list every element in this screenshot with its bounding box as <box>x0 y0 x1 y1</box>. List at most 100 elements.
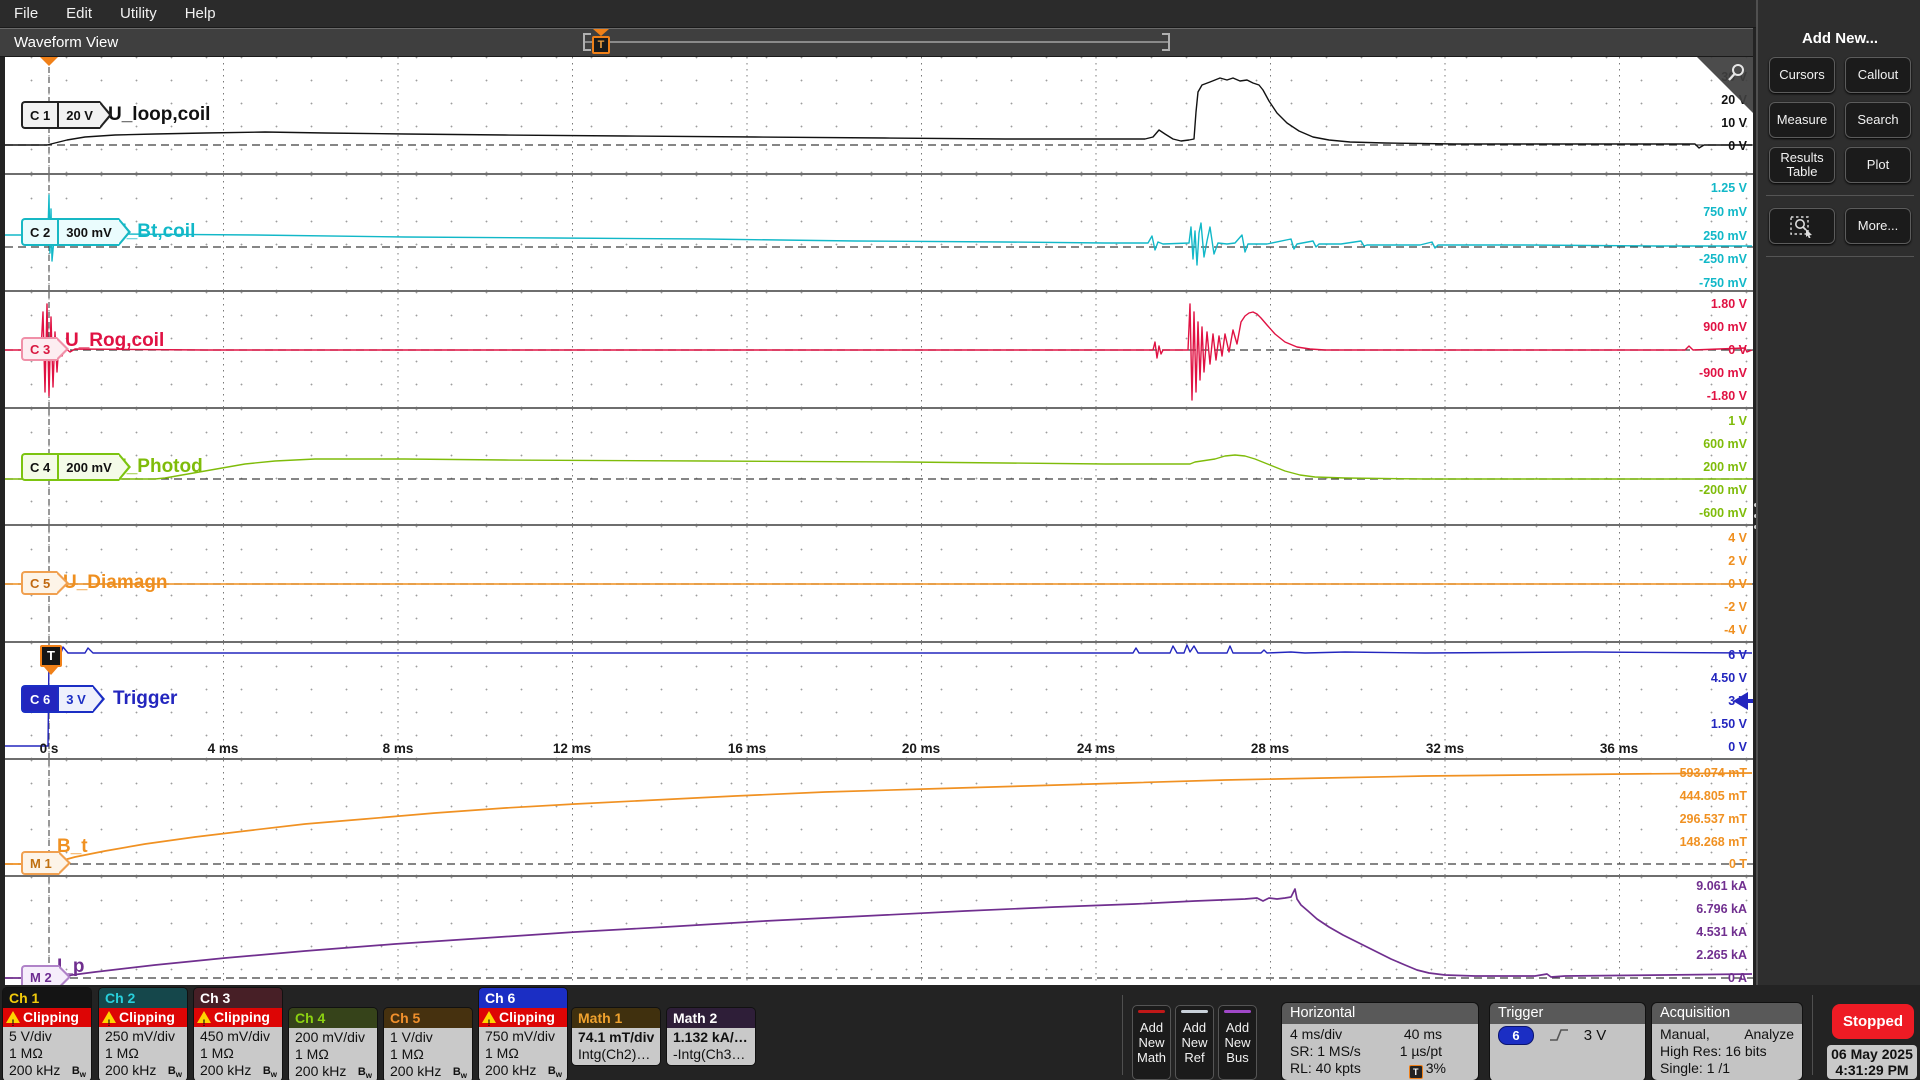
color-bar <box>1181 1010 1208 1013</box>
panel-button-search[interactable]: Search <box>1845 102 1911 138</box>
color-bar <box>1138 1010 1165 1013</box>
axis-label-m2: 4.531 kA <box>1696 925 1747 939</box>
channel-status-badge-ch5[interactable]: Ch 51 V/div1 MΩ200 kHzBw <box>384 1008 472 1080</box>
channel-badge-c3[interactable]: C 3 <box>21 337 69 361</box>
badge-row: 200 kHzBw <box>99 1062 187 1079</box>
axis-label-c2: 750 mV <box>1703 205 1747 219</box>
badge-row: 1 MΩ <box>479 1045 567 1062</box>
record-view-right-bracket[interactable] <box>1162 33 1170 51</box>
badge-segment: 300 mV <box>57 218 119 246</box>
zoom-select-button[interactable] <box>1769 208 1835 244</box>
badge-tip <box>57 337 69 361</box>
menu-edit[interactable]: Edit <box>52 0 106 27</box>
channel-badge-c4[interactable]: C 4200 mV <box>21 453 131 481</box>
panel-button-callout[interactable]: Callout <box>1845 57 1911 93</box>
bandwidth-limit-label: Bw <box>72 1063 86 1080</box>
panel-button-results-table[interactable]: Results Table <box>1769 147 1835 183</box>
trigger-panel[interactable]: Trigger 6 3 V <box>1490 1003 1645 1080</box>
run-stop-status-button[interactable]: Stopped <box>1832 1004 1914 1039</box>
badge-row: Intg(Ch2)… <box>572 1046 660 1063</box>
lane-m1[interactable]: 593.074 mT444.805 mT296.537 mT148.268 mT… <box>5 760 1753 875</box>
lane-c2[interactable]: 1.25 V750 mV250 mV-250 mV-750 mVU_Bt,coi… <box>5 175 1753 290</box>
lane-c5[interactable]: 4 V2 V0 V-2 V-4 VU_DiamagnC 5 <box>5 526 1753 641</box>
channel-status-badge-ch2[interactable]: Ch 2!Clipping250 mV/div1 MΩ200 kHzBw <box>99 988 187 1080</box>
trigger-title: Trigger <box>1490 1003 1645 1024</box>
lane-c6[interactable]: 6 V4.50 V3 V1.50 V0 VTriggerC 63 VT <box>5 643 1753 758</box>
time-label: 20 ms <box>902 741 940 756</box>
channel-badge-c2[interactable]: C 2300 mV <box>21 218 131 246</box>
badge-row: 200 mV/div <box>289 1029 377 1046</box>
channel-status-badge-ch6[interactable]: Ch 6!Clipping750 mV/div1 MΩ200 kHzBw <box>479 988 567 1080</box>
badge-row: 1 MΩ <box>289 1046 377 1063</box>
horizontal-value: 4 ms/div <box>1290 1026 1342 1043</box>
channel-badge-c1[interactable]: C 120 V <box>21 101 112 129</box>
time-label: 8 ms <box>383 741 414 756</box>
channel-badge-c5[interactable]: C 5 <box>21 571 69 595</box>
channel-status-badge-ch3[interactable]: Ch 3!Clipping450 mV/div1 MΩ200 kHzBw <box>194 988 282 1080</box>
panel-button-cursors[interactable]: Cursors <box>1769 57 1835 93</box>
zoom-select-icon <box>1789 214 1815 238</box>
math-badge-math2[interactable]: Math 21.132 kA/…-Intg(Ch3… <box>667 1008 755 1065</box>
lane-c4[interactable]: 1 V600 mV200 mV-200 mV-600 mVU_PhotodC 4… <box>5 409 1753 524</box>
badge-segment: M 1 <box>21 851 59 875</box>
time-label: 32 ms <box>1426 741 1464 756</box>
trigger-position-handle[interactable]: T <box>592 36 610 54</box>
trigger-source-marker[interactable]: T <box>40 645 62 667</box>
trigger-level-arrow-tail <box>1745 699 1753 703</box>
badge-body: 1.132 kA/…-Intg(Ch3… <box>667 1028 755 1065</box>
trigger-position-marker[interactable] <box>40 57 58 66</box>
clipping-label: Clipping <box>214 1008 270 1027</box>
channel-status-badge-ch4[interactable]: Ch 4200 mV/div1 MΩ200 kHzBw <box>289 1008 377 1080</box>
panel-button-plot[interactable]: Plot <box>1845 147 1911 183</box>
badge-segment: C 1 <box>21 101 57 129</box>
lane-c1[interactable]: 30 V20 V10 V0 VU_loop,coilC 120 V <box>5 57 1753 173</box>
badge-segment: 3 V <box>57 685 93 713</box>
clipping-warning: !Clipping <box>3 1008 91 1027</box>
horizontal-value: RL: 40 kpts <box>1290 1060 1361 1077</box>
time-label: 12 ms <box>553 741 591 756</box>
channel-badge-c6[interactable]: C 63 V <box>21 685 105 713</box>
badge-tip <box>119 453 131 481</box>
add-button-add-new-math[interactable]: AddNewMath <box>1132 1005 1171 1080</box>
horizontal-panel[interactable]: Horizontal 4 ms/div40 msSR: 1 MS/s1 µs/p… <box>1282 1003 1478 1080</box>
panel-button-measure[interactable]: Measure <box>1769 102 1835 138</box>
horizontal-row: SR: 1 MS/s1 µs/pt <box>1290 1043 1470 1060</box>
channel-badge-m1[interactable]: M 1 <box>21 851 71 875</box>
trigger-source-marker-pointer <box>44 667 58 675</box>
badge-header: Math 2 <box>667 1008 755 1028</box>
axis-label-m1: 444.805 mT <box>1680 789 1747 803</box>
axis-label-c6: 4.50 V <box>1711 671 1747 685</box>
record-view-left-bracket[interactable] <box>583 33 591 51</box>
acquisition-panel[interactable]: Acquisition Manual,AnalyzeHigh Res: 16 b… <box>1652 1003 1802 1080</box>
badge-tip <box>59 851 71 875</box>
add-button-add-new-ref[interactable]: AddNewRef <box>1175 1005 1214 1080</box>
axis-label-c4: 600 mV <box>1703 437 1747 451</box>
badge-segment: C 6 <box>21 685 57 713</box>
zoom-corner-control[interactable] <box>1697 57 1753 113</box>
axis-label-c2: -750 mV <box>1699 276 1747 290</box>
axis-label-m2: 0 A <box>1728 971 1747 985</box>
badge-body: 1 V/div1 MΩ200 kHzBw <box>384 1028 472 1080</box>
badge-body: 5 V/div1 MΩ200 kHzBw <box>3 1027 91 1080</box>
horizontal-row: RL: 40 kptsT3% <box>1290 1060 1470 1077</box>
badge-row: 200 kHzBw <box>3 1062 91 1079</box>
add-button-add-new-bus[interactable]: AddNewBus <box>1218 1005 1257 1080</box>
axis-label-c4: -200 mV <box>1699 483 1747 497</box>
right-panel: Add New... CursorsCalloutMeasureSearchRe… <box>1756 0 1920 1080</box>
lane-m2[interactable]: 9.061 kA6.796 kA4.531 kA2.265 kA0 AI_pM … <box>5 877 1753 985</box>
more-button[interactable]: More... <box>1845 208 1911 244</box>
acquisition-value: Manual, <box>1660 1026 1710 1043</box>
menu-file[interactable]: File <box>0 0 52 27</box>
menu-help[interactable]: Help <box>171 0 230 27</box>
horizontal-title: Horizontal <box>1282 1003 1478 1024</box>
channel-badge-m2[interactable]: M 2 <box>21 965 71 985</box>
math-badge-math1[interactable]: Math 174.1 mT/divIntg(Ch2)… <box>572 1008 660 1065</box>
axis-label-c5: 2 V <box>1728 554 1747 568</box>
lane-c3[interactable]: 1.80 V900 mV0 V-900 mV-1.80 VU_Rog,coilC… <box>5 292 1753 407</box>
channel-status-badge-ch1[interactable]: Ch 1!Clipping5 V/div1 MΩ200 kHzBw <box>3 988 91 1080</box>
axis-label-m2: 6.796 kA <box>1696 902 1747 916</box>
menu-utility[interactable]: Utility <box>106 0 171 27</box>
waveform-plot-area[interactable]: 30 V20 V10 V0 VU_loop,coilC 120 V1.25 V7… <box>5 57 1753 985</box>
time-label: 16 ms <box>728 741 766 756</box>
bandwidth-limit-label: Bw <box>548 1063 562 1080</box>
